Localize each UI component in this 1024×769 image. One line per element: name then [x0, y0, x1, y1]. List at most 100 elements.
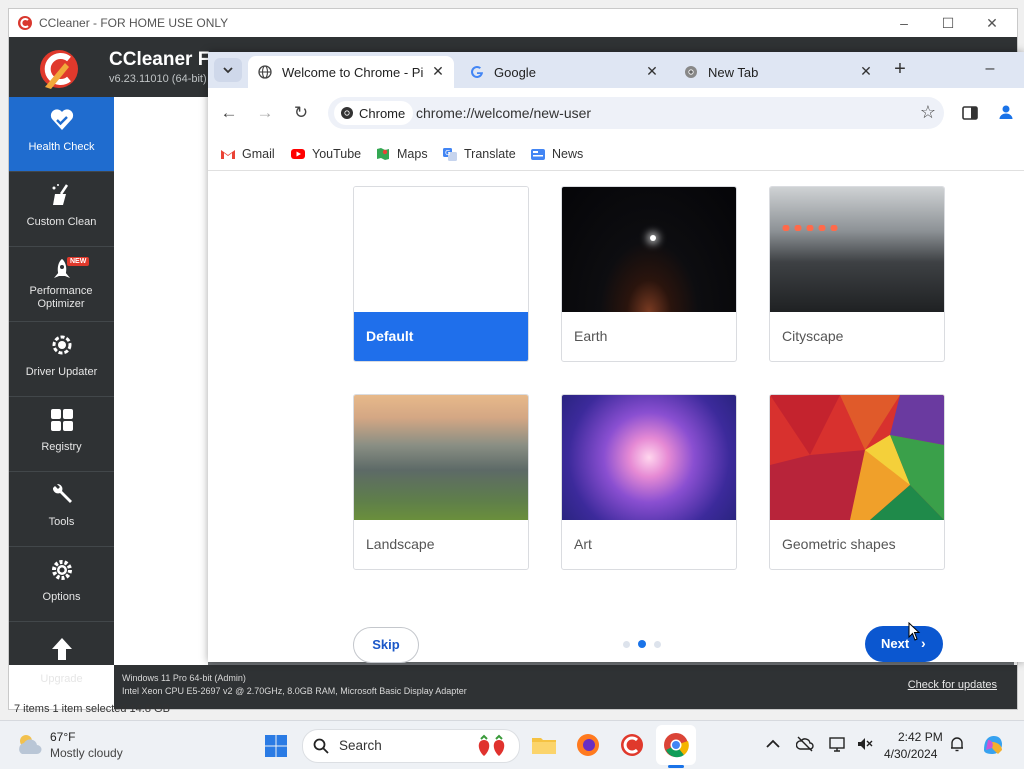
cloud-weather-icon[interactable] [16, 732, 44, 756]
sidebar-item-tools[interactable]: Tools [9, 472, 114, 547]
theme-card-landscape[interactable]: Landscape [353, 394, 529, 570]
gear-icon [52, 560, 72, 580]
profile-avatar-icon[interactable] [998, 104, 1014, 120]
bookmark-star-icon[interactable]: ☆ [920, 102, 936, 123]
explorer-status-line: 7 items 1 item selected 14.8 GB [14, 703, 170, 715]
sidebar-item-label: Health Check [28, 141, 95, 153]
tab-title: New Tab [708, 65, 759, 80]
sidebar-item-performance-optimizer[interactable]: NEW Performance Optimizer [9, 247, 114, 322]
system-os-info: Windows 11 Pro 64-bit (Admin) [122, 673, 246, 683]
file-explorer-icon[interactable] [530, 731, 558, 759]
theme-preview-earth [562, 187, 736, 312]
sidebar-item-custom-clean[interactable]: Custom Clean [9, 172, 114, 247]
sidebar-item-driver-updater[interactable]: Driver Updater [9, 322, 114, 397]
strawberry-icon [478, 734, 505, 756]
theme-card-default[interactable]: Default [353, 186, 529, 362]
news-icon [531, 149, 545, 160]
theme-label: Default [354, 312, 528, 361]
theme-preview-landscape [354, 395, 528, 520]
bookmark-translate[interactable]: G Translate [442, 144, 516, 164]
tab-welcome[interactable]: Welcome to Chrome - Pic ✕ [248, 56, 454, 88]
tab-close-icon[interactable]: ✕ [644, 63, 660, 79]
minimize-button[interactable]: – [881, 9, 927, 37]
tab-search-button[interactable] [214, 58, 242, 82]
site-chip-label: Chrome [359, 105, 406, 121]
tab-title: Welcome to Chrome - Pic [282, 65, 424, 80]
chevron-up-icon[interactable] [764, 735, 782, 753]
theme-label: Geometric shapes [782, 536, 896, 552]
wrench-icon [52, 483, 72, 503]
theme-label: Earth [574, 328, 608, 344]
maximize-button[interactable]: ☐ [925, 9, 971, 37]
theme-card-art[interactable]: Art [561, 394, 737, 570]
skip-button[interactable]: Skip [353, 627, 419, 663]
site-info-chip[interactable]: Chrome [334, 101, 414, 125]
theme-card-cityscape[interactable]: Cityscape [769, 186, 945, 362]
sidebar-item-upgrade[interactable] [9, 622, 114, 665]
sidebar-item-label: Tools [48, 516, 75, 528]
check-for-updates-link[interactable]: Check for updates [908, 679, 997, 691]
ccleaner-taskbar-icon[interactable] [618, 731, 646, 759]
sidebar-item-registry[interactable]: Registry [9, 397, 114, 472]
bookmark-label: YouTube [312, 147, 362, 161]
tab-close-icon[interactable]: ✕ [858, 63, 874, 79]
translate-icon: G [443, 148, 457, 161]
copilot-icon[interactable] [980, 732, 1006, 758]
bookmark-label: Gmail [242, 147, 275, 161]
globe-icon [258, 65, 272, 79]
sidebar-item-options[interactable]: Options [9, 547, 114, 622]
forward-arrow-icon[interactable]: → [254, 102, 276, 124]
sidebar-item-label: Options [42, 591, 81, 603]
bookmark-youtube[interactable]: YouTube [290, 144, 361, 164]
bookmark-gmail[interactable]: Gmail [220, 144, 275, 164]
close-button[interactable]: ✕ [969, 9, 1015, 37]
next-button[interactable]: Next › [865, 626, 943, 662]
tab-google[interactable]: Google ✕ [460, 56, 666, 88]
reload-icon[interactable]: ↻ [290, 102, 312, 124]
page-dot-1 [623, 641, 630, 648]
theme-preview-art [562, 395, 736, 520]
bookmark-news[interactable]: News [530, 144, 583, 164]
welcome-page-content: Default Earth Cityscape Landscape Art Ge… [208, 171, 1024, 663]
svg-text:G: G [445, 149, 450, 157]
bookmark-label: News [552, 147, 584, 161]
theme-card-geometric-shapes[interactable]: Geometric shapes [769, 394, 945, 570]
weather-temperature[interactable]: 67°F [50, 730, 75, 744]
theme-preview-geometric-shapes [770, 395, 944, 520]
sidebar-item-label: Driver Updater [25, 366, 98, 378]
new-tab-plus-icon[interactable]: + [890, 59, 910, 80]
ccleaner-footer: Windows 11 Pro 64-bit (Admin) Intel Xeon… [114, 665, 1017, 709]
taskbar: 67°F Mostly cloudy Search 2:42 PM 4/30/2… [0, 720, 1024, 769]
taskbar-search-box[interactable]: Search [302, 729, 520, 763]
bookmark-label: Maps [397, 147, 428, 161]
display-icon[interactable] [828, 735, 846, 753]
sidebar-item-label: Custom Clean [26, 216, 97, 228]
google-icon [471, 65, 483, 78]
page-dot-2-active [638, 640, 646, 648]
chrome-taskbar-icon[interactable] [662, 731, 690, 759]
clock-date[interactable]: 4/30/2024 [884, 747, 937, 761]
side-panel-icon[interactable] [962, 106, 978, 120]
back-arrow-icon[interactable]: ← [218, 102, 240, 124]
sidebar-item-health-check[interactable]: Health Check [9, 97, 114, 172]
chrome-toolbar: ← → ↻ Chrome chrome://welcome/new-user ☆ [208, 88, 1024, 138]
windows-start-icon[interactable] [264, 734, 288, 758]
tab-new-tab[interactable]: New Tab ✕ [674, 56, 880, 88]
search-icon [313, 738, 329, 754]
theme-card-earth[interactable]: Earth [561, 186, 737, 362]
firefox-icon[interactable] [574, 731, 602, 759]
new-badge: NEW [67, 257, 90, 266]
tab-strip: Welcome to Chrome - Pic ✕ Google ✕ New T… [208, 52, 1024, 88]
chrome-minimize-button[interactable]: – [980, 60, 1000, 80]
speaker-muted-icon[interactable] [856, 735, 874, 753]
taskbar-search-label: Search [339, 738, 382, 753]
ccleaner-app-icon [18, 16, 32, 30]
notification-bell-icon[interactable] [948, 735, 966, 753]
clock-time[interactable]: 2:42 PM [898, 730, 943, 744]
tab-title: Google [494, 65, 536, 80]
cloud-offline-icon[interactable] [796, 735, 814, 753]
address-bar[interactable]: Chrome chrome://welcome/new-user ☆ [328, 97, 944, 129]
weather-description[interactable]: Mostly cloudy [50, 746, 123, 760]
bookmark-maps[interactable]: Maps [375, 144, 428, 164]
tab-close-icon[interactable]: ✕ [430, 63, 446, 79]
